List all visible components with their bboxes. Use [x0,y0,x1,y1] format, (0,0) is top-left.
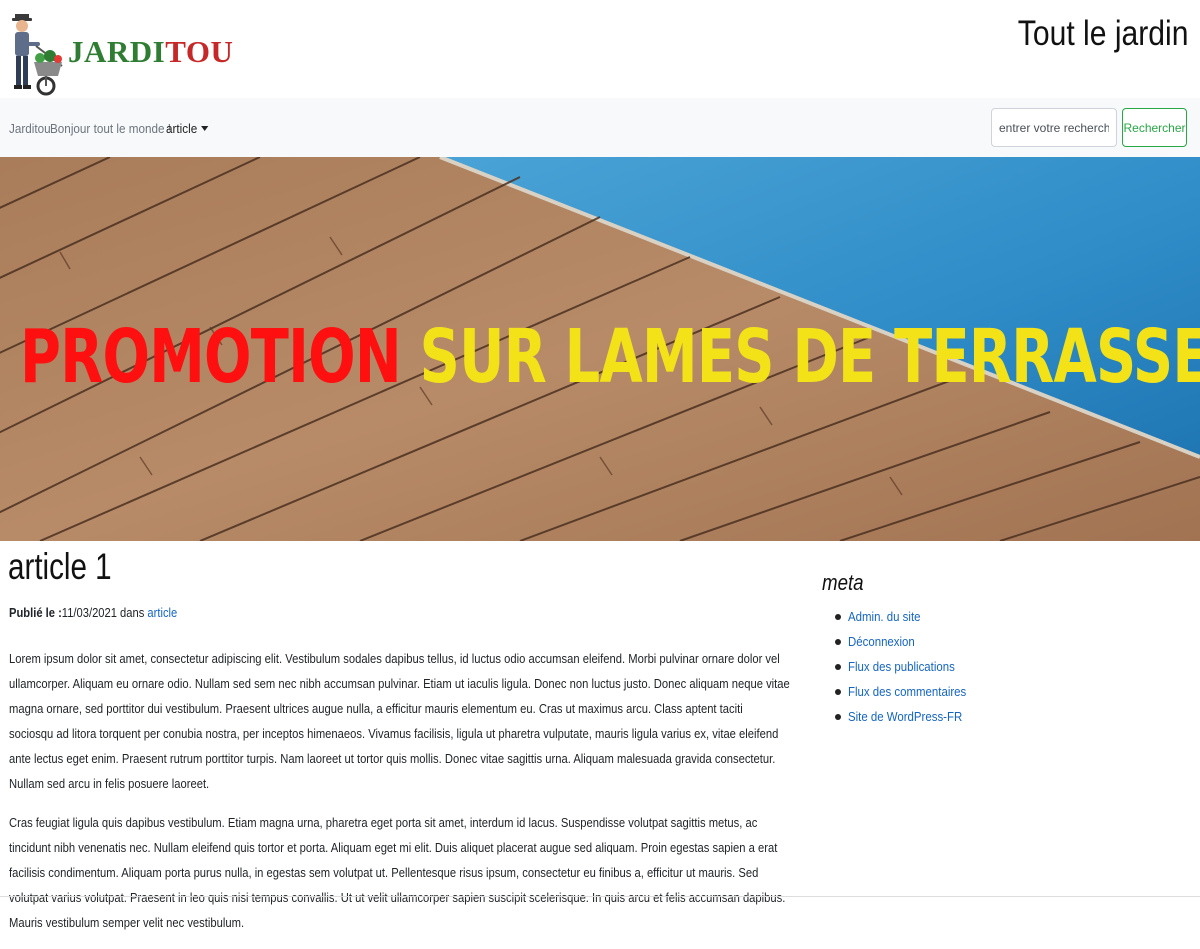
sidebar-item-logout: Déconnexion [822,629,982,654]
nav-brand-link[interactable]: Jarditou [9,121,51,136]
article-meta: Publié le :11/03/2021 dans article [9,605,177,620]
sidebar-link-posts-feed[interactable]: Flux des publications [848,654,955,679]
category-link[interactable]: article [147,605,177,620]
banner-word-promotion: PROMOTION [20,314,402,400]
banner-word-terrasse: SUR LAMES DE TERRASSE [419,314,1200,400]
sidebar-link-logout[interactable]: Déconnexion [848,629,915,654]
sidebar-link-comments-feed[interactable]: Flux des commentaires [848,679,966,704]
site-logo[interactable]: JARDITOU [6,6,233,98]
page-divider [0,896,1200,897]
sidebar-title: meta [822,570,864,595]
nav-article-dropdown[interactable]: article [166,121,209,136]
nav-home-link[interactable]: Bonjour tout le monde ! [50,121,171,136]
sidebar-meta-list: Admin. du site Déconnexion Flux des publ… [822,604,982,729]
banner-headline: PROMOTION SUR LAMES DE TERRASSE [20,307,1200,407]
sidebar-item-wordpress-fr: Site de WordPress-FR [822,704,982,729]
logo-text-part2: TOU [165,34,234,69]
search-input[interactable] [991,108,1117,147]
published-date: 11/03/2021 [61,605,117,620]
sidebar-item-admin: Admin. du site [822,604,982,629]
sidebar-link-wordpress-fr[interactable]: Site de WordPress-FR [848,704,962,729]
article-paragraph: Lorem ipsum dolor sit amet, consectetur … [9,651,790,791]
site-tagline: Tout le jardin [1017,14,1188,53]
promo-banner: PROMOTION SUR LAMES DE TERRASSE [0,157,1200,541]
sidebar-item-posts-feed: Flux des publications [822,654,982,679]
gardener-wheelbarrow-icon [12,14,63,96]
sidebar-item-comments-feed: Flux des commentaires [822,679,982,704]
caret-down-icon [200,126,209,131]
published-label: Publié le : [9,605,62,620]
article-body: Lorem ipsum dolor sit amet, consectetur … [9,646,790,949]
sidebar-link-admin[interactable]: Admin. du site [848,604,920,629]
nav-dropdown-label: article [166,121,198,136]
article-paragraph: Cras feugiat ligula quis dapibus vestibu… [9,815,786,930]
in-label: dans [120,605,145,620]
logo-text-part1: JARDI [68,34,166,69]
site-header: JARDITOU Tout le jardin [0,0,1200,98]
article-title: article 1 [8,546,112,587]
search-button[interactable]: Rechercher [1122,108,1187,147]
logo-text: JARDITOU [68,34,233,70]
